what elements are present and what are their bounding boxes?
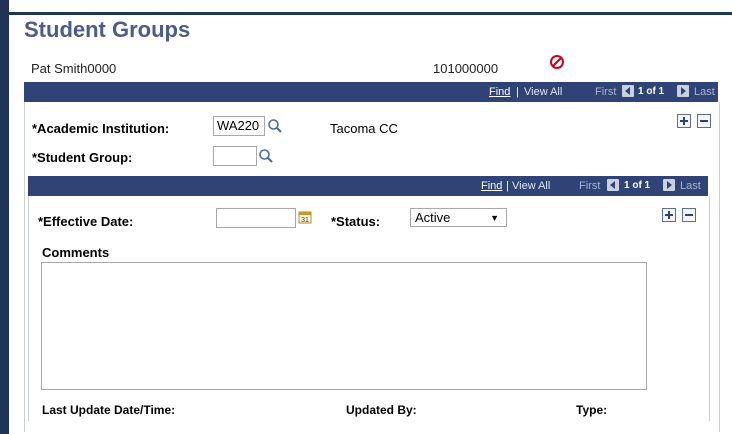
find-link[interactable]: Find bbox=[489, 86, 510, 98]
svg-text:31: 31 bbox=[301, 217, 309, 224]
institution-label: *Academic Institution: bbox=[32, 121, 170, 136]
view-all-link[interactable]: View All bbox=[524, 86, 562, 98]
status-select[interactable]: Active ▼ bbox=[410, 208, 507, 227]
status-label: *Status: bbox=[331, 214, 381, 229]
student-group-label: *Student Group: bbox=[32, 150, 133, 165]
first-link[interactable]: First bbox=[595, 86, 616, 98]
add-row-icon[interactable] bbox=[662, 208, 676, 222]
last-arrow-icon[interactable] bbox=[663, 179, 675, 191]
left-frame bbox=[0, 0, 9, 434]
search-icon[interactable] bbox=[258, 148, 274, 164]
last-update-label: Last Update Date/Time: bbox=[42, 403, 176, 417]
bar-separator: | bbox=[506, 180, 509, 192]
view-all-link[interactable]: View All bbox=[512, 180, 550, 192]
institution-input[interactable]: WA220 bbox=[213, 116, 265, 136]
student-id: 101000000 bbox=[433, 61, 499, 76]
last-arrow-icon[interactable] bbox=[677, 85, 689, 97]
comments-label: Comments bbox=[42, 245, 110, 260]
bar-separator: | bbox=[516, 86, 519, 98]
add-row-icon[interactable] bbox=[677, 114, 691, 128]
type-label: Type: bbox=[576, 403, 608, 417]
comments-textarea[interactable] bbox=[41, 262, 647, 390]
top-frame-line bbox=[9, 12, 732, 15]
first-arrow-icon[interactable] bbox=[607, 179, 619, 191]
row-count: 1 of 1 bbox=[624, 180, 651, 191]
block-icon bbox=[549, 54, 565, 70]
effdt-scroll-bar: Find | View All First 1 of 1 Last bbox=[28, 176, 708, 196]
effective-date-label: *Effective Date: bbox=[38, 214, 134, 229]
first-link[interactable]: First bbox=[579, 180, 600, 192]
find-link[interactable]: Find bbox=[481, 180, 502, 192]
dropdown-arrow-icon: ▼ bbox=[490, 213, 499, 223]
last-link[interactable]: Last bbox=[680, 180, 701, 192]
last-link[interactable]: Last bbox=[694, 86, 715, 98]
page-title: Student Groups bbox=[24, 17, 191, 42]
student-name: Pat Smith0000 bbox=[31, 61, 117, 76]
institution-description: Tacoma CC bbox=[330, 121, 398, 136]
first-arrow-icon[interactable] bbox=[622, 85, 634, 97]
delete-row-icon[interactable] bbox=[697, 114, 711, 128]
effective-date-input[interactable] bbox=[216, 208, 296, 228]
institution-scroll-bar: Find | View All First 1 of 1 Last bbox=[24, 82, 718, 102]
calendar-icon[interactable]: 31 bbox=[298, 210, 314, 226]
status-value: Active bbox=[415, 210, 451, 225]
search-icon[interactable] bbox=[267, 118, 283, 134]
delete-row-icon[interactable] bbox=[682, 208, 696, 222]
updated-by-label: Updated By: bbox=[346, 403, 417, 417]
student-group-input[interactable] bbox=[213, 146, 257, 166]
row-count: 1 of 1 bbox=[638, 86, 665, 97]
